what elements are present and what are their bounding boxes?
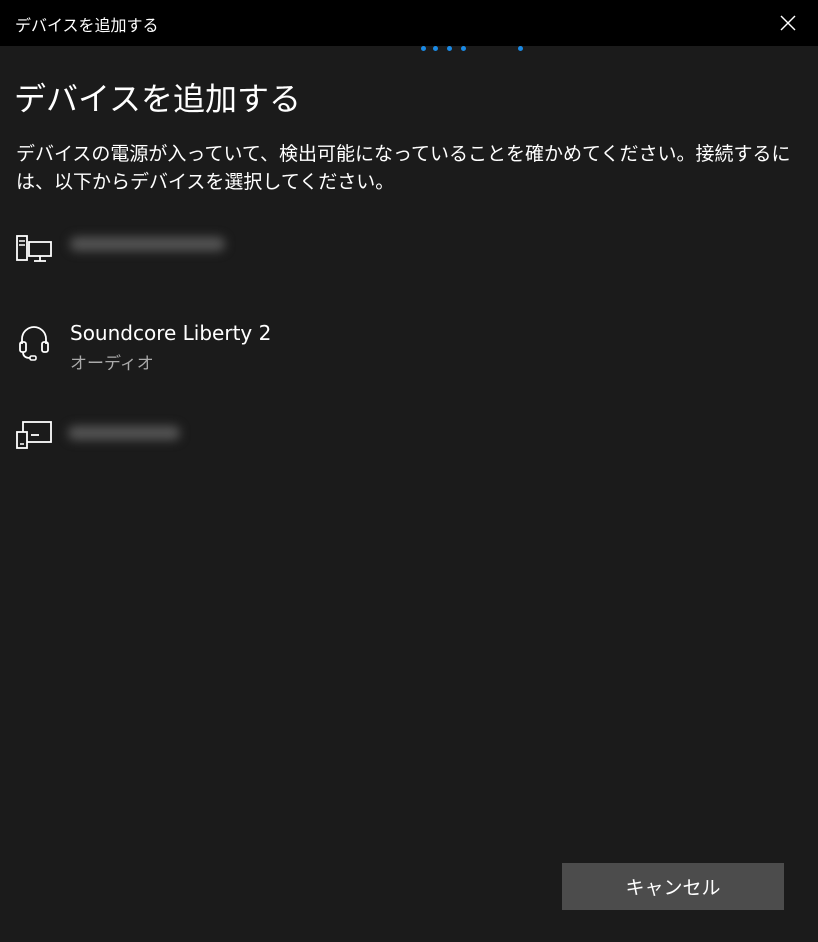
redacted-device-name: [68, 426, 180, 440]
display-device-icon: [16, 421, 52, 449]
device-name: Soundcore Liberty 2: [70, 321, 272, 345]
cancel-button[interactable]: キャンセル: [562, 863, 784, 910]
device-item-display[interactable]: [0, 400, 818, 480]
searching-progress-indicator: [0, 44, 818, 54]
close-icon: [780, 15, 796, 31]
device-type: オーディオ: [70, 354, 154, 374]
window-title: デバイスを追加する: [15, 16, 159, 35]
progress-dot: [433, 46, 438, 51]
page-heading: デバイスを追加する: [14, 80, 302, 118]
device-item-computer[interactable]: [0, 208, 818, 288]
close-button[interactable]: [756, 0, 818, 46]
progress-dot: [447, 46, 452, 51]
redacted-device-name: [70, 237, 225, 251]
instruction-text: デバイスの電源が入っていて、検出可能になっていることを確かめてください。接続する…: [16, 143, 791, 193]
title-bar: デバイスを追加する: [0, 0, 818, 46]
progress-dot: [461, 46, 466, 51]
desktop-computer-icon: [16, 235, 52, 262]
device-item-soundcore-liberty-2[interactable]: Soundcore Liberty 2 オーディオ: [0, 304, 818, 384]
headset-icon: [19, 326, 49, 361]
add-device-window: デバイスを追加する デバイスを追加する デバイスの電源が入っていて、検出可能にな…: [0, 0, 818, 942]
progress-dot: [421, 46, 426, 51]
progress-dot: [518, 46, 523, 51]
